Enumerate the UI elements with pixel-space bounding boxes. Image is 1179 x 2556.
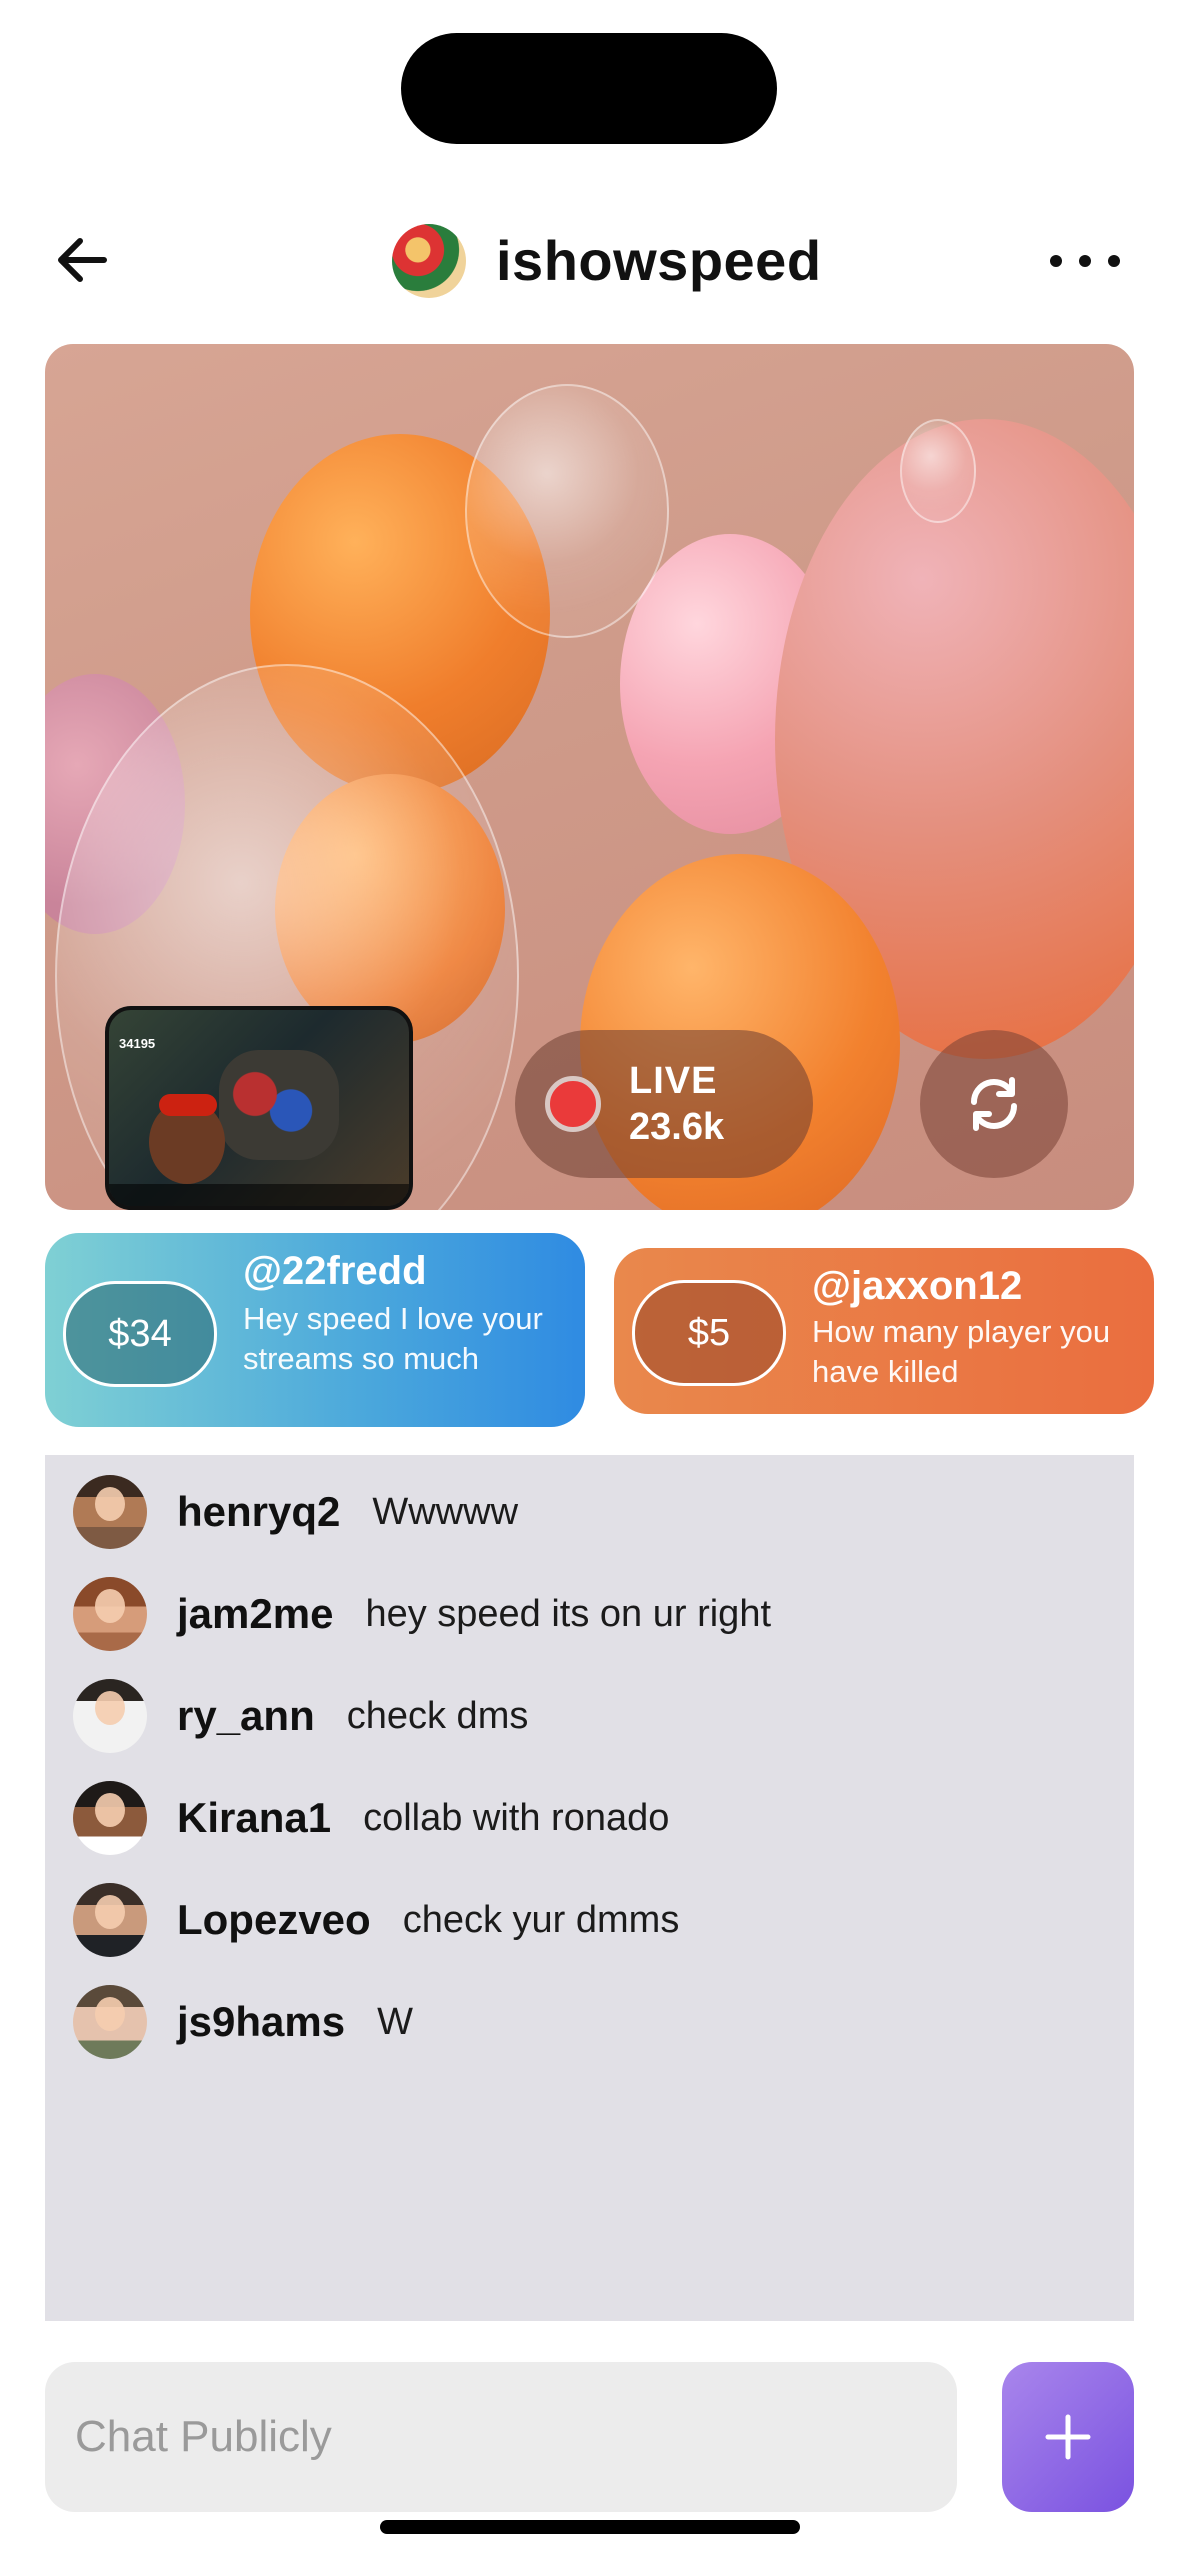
- headband: [159, 1094, 217, 1116]
- chat-username[interactable]: js9hams: [177, 1998, 345, 2046]
- home-indicator[interactable]: [380, 2520, 800, 2534]
- chat-message: henryq2 Wwwww: [73, 1475, 518, 1549]
- live-label: LIVE: [629, 1060, 718, 1102]
- donation-message: Hey speed I love your streams so much: [243, 1301, 543, 1376]
- plus-icon: [1045, 2414, 1091, 2460]
- chat-text: Wwwww: [372, 1490, 519, 1533]
- chat-text: collab with ronado: [363, 1796, 670, 1839]
- game-scene: [219, 1050, 339, 1160]
- avatar[interactable]: [73, 1679, 147, 1753]
- chat-message: js9hams W: [73, 1985, 413, 2059]
- live-video[interactable]: 34195 LIVE 23.6k: [45, 344, 1134, 1210]
- avatar[interactable]: [73, 1577, 147, 1651]
- chat-username[interactable]: henryq2: [177, 1488, 340, 1536]
- chat-username[interactable]: Lopezveo: [177, 1896, 371, 1944]
- chat-username[interactable]: jam2me: [177, 1590, 333, 1638]
- pip-overlay-bar: [109, 1184, 409, 1206]
- chat-text: W: [377, 2000, 413, 2043]
- refresh-button[interactable]: [920, 1030, 1068, 1178]
- back-button[interactable]: [50, 225, 120, 295]
- pip-counter: 34195: [119, 1036, 156, 1051]
- add-button[interactable]: [1002, 2362, 1134, 2512]
- donation-card[interactable]: $5 @jaxxon12 How many player you have ki…: [614, 1248, 1154, 1414]
- arrow-left-icon: [58, 238, 107, 282]
- avatar[interactable]: [73, 1781, 147, 1855]
- picture-in-picture[interactable]: 34195: [105, 1006, 413, 1210]
- refresh-icon: [971, 1077, 1017, 1131]
- donation-message: How many player you have killed: [812, 1314, 1111, 1389]
- live-status-pill: LIVE 23.6k: [515, 1030, 813, 1178]
- chat-input[interactable]: [45, 2362, 957, 2512]
- avatar[interactable]: [73, 1883, 147, 1957]
- streamer-avatar[interactable]: [392, 224, 466, 298]
- chat-message: jam2me hey speed its on ur right: [73, 1577, 771, 1651]
- dynamic-island: [401, 33, 777, 144]
- decor-bubble: [465, 384, 669, 638]
- chat-message: Kirana1 collab with ronado: [73, 1781, 669, 1855]
- donation-amount: $34: [63, 1281, 217, 1387]
- avatar[interactable]: [73, 1985, 147, 2059]
- chat-text: hey speed its on ur right: [365, 1592, 772, 1635]
- chat-username[interactable]: Kirana1: [177, 1794, 331, 1842]
- donation-card[interactable]: $34 @22fredd Hey speed I love your strea…: [45, 1233, 585, 1427]
- decor-bubble: [900, 419, 976, 523]
- chat-message: Lopezveo check yur dmms: [73, 1883, 679, 1957]
- viewer-count: 23.6k: [629, 1106, 725, 1148]
- chat-message: ry_ann check dms: [73, 1679, 528, 1753]
- chat-text: check dms: [346, 1694, 529, 1737]
- chat-text: check yur dmms: [402, 1898, 680, 1941]
- record-dot-icon: [545, 1076, 601, 1132]
- chat-username[interactable]: ry_ann: [177, 1692, 315, 1740]
- chat-feed[interactable]: henryq2 Wwwww jam2me hey speed its on ur…: [45, 1455, 1134, 2321]
- ellipsis-icon: [1050, 255, 1062, 267]
- donation-amount: $5: [632, 1280, 786, 1386]
- donor-handle: @jaxxon12: [812, 1264, 1023, 1308]
- donor-handle: @22fredd: [243, 1249, 427, 1293]
- page-title: ishowspeed: [496, 229, 822, 292]
- avatar[interactable]: [73, 1475, 147, 1549]
- more-options-button[interactable]: [1050, 236, 1120, 286]
